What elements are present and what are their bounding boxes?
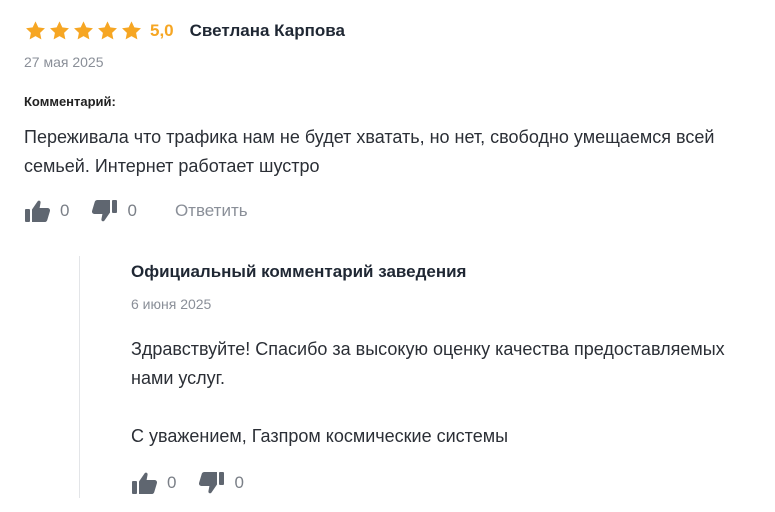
rating-value: 5,0 <box>150 21 174 40</box>
dislike-button[interactable]: 0 <box>91 199 137 223</box>
official-reply-title: Официальный комментарий заведения <box>131 262 467 281</box>
rating-stars <box>24 20 143 42</box>
star-icon <box>50 21 69 40</box>
reply-button[interactable]: Ответить <box>175 201 248 221</box>
thumbs-down-icon <box>199 472 225 494</box>
like-count: 0 <box>60 201 70 220</box>
dislike-button[interactable]: 0 <box>198 471 244 495</box>
like-button[interactable]: 0 <box>24 199 69 223</box>
comment-label: Комментарий: <box>24 94 116 109</box>
review-header: 5,0 Светлана Карпова <box>24 18 345 44</box>
review-date: 27 мая 2025 <box>24 54 104 70</box>
review-card: 5,0 Светлана Карпова 27 мая 2025 Коммент… <box>0 0 775 512</box>
official-reply: Официальный комментарий заведения 6 июня… <box>79 256 760 498</box>
like-button[interactable]: 0 <box>131 471 176 495</box>
dislike-count: 0 <box>127 201 137 220</box>
like-count: 0 <box>167 473 177 492</box>
thumbs-up-icon <box>132 472 158 494</box>
official-reply-paragraph: Здравствуйте! Спасибо за высокую оценку … <box>131 339 725 388</box>
thumbs-up-icon <box>25 200 51 222</box>
official-reply-date: 6 июня 2025 <box>131 296 212 312</box>
dislike-count: 0 <box>234 473 244 492</box>
review-actions: 0 0 Ответить <box>24 199 248 223</box>
official-reply-text: Здравствуйте! Спасибо за высокую оценку … <box>131 335 731 451</box>
star-icon <box>26 21 45 40</box>
star-icon <box>122 21 141 40</box>
official-reply-actions: 0 0 <box>131 471 244 495</box>
author-name: Светлана Карпова <box>189 21 345 40</box>
comment-text: Переживала что трафика нам не будет хват… <box>24 127 715 176</box>
thumbs-down-icon <box>92 200 118 222</box>
star-icon <box>98 21 117 40</box>
star-icon <box>74 21 93 40</box>
official-reply-paragraph: С уважением, Газпром космические системы <box>131 426 509 446</box>
